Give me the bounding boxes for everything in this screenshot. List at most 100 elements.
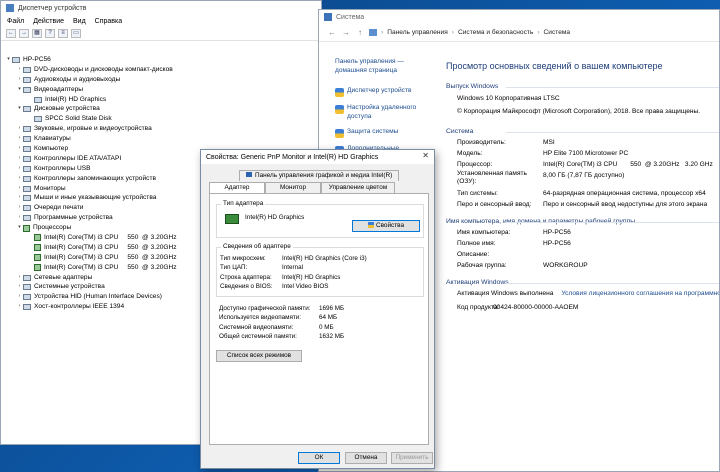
system-section-title: Система	[446, 126, 719, 137]
breadcrumb-control-panel[interactable]: Панель управления	[387, 29, 448, 36]
display-adapter-icon	[34, 96, 42, 103]
product-key-row: Код продукта: 00424-80000-00000-AAOEM	[457, 302, 719, 313]
chevron-down-icon[interactable]: ▾	[16, 223, 23, 233]
chevron-down-icon[interactable]: ▾	[16, 85, 23, 95]
system-protection-link[interactable]: Защита системы	[335, 128, 431, 138]
tree-item-label: Устройства HID (Human Interface Devices)	[34, 293, 162, 301]
chevron-right-icon[interactable]: ›	[16, 144, 23, 154]
adapter-info-row: Тип микросхем: Intel(R) HD Graphics (Core…	[220, 254, 423, 263]
monitor-icon[interactable]: ▭	[71, 29, 81, 38]
tree-item-label: Системные устройства	[34, 283, 105, 291]
adapter-info-label: Сведения о BIOS:	[220, 282, 273, 290]
back-icon[interactable]: ←	[6, 29, 16, 38]
cpu-icon	[34, 244, 41, 252]
breadcrumb-system-security[interactable]: Система и безопасность	[458, 29, 533, 36]
computer-name-row: Рабочая группа: WORKGROUP	[457, 260, 719, 271]
computer-name-row: Описание:	[457, 249, 719, 260]
dialog-title: Свойства: Generic PnP Monitor и Intel(R)…	[206, 153, 379, 161]
menu-view[interactable]: Вид	[73, 18, 86, 25]
system-spec-label: Перо и сенсорный ввод:	[457, 201, 532, 208]
tree-item[interactable]: SPCC Solid State Disk	[5, 114, 319, 124]
chevron-right-icon[interactable]: ›	[16, 164, 23, 174]
properties-icon[interactable]: ▦	[32, 29, 42, 38]
chevron-right-icon[interactable]: ›	[16, 213, 23, 223]
license-terms-link[interactable]: Условия лицензионного соглашения на прог…	[561, 288, 719, 299]
list-all-modes-button[interactable]: Список всех режимов	[216, 350, 302, 362]
page-heading: Просмотр основных сведений о вашем компь…	[446, 61, 663, 71]
chevron-right-icon[interactable]: ›	[16, 124, 23, 134]
help-icon[interactable]: ?	[45, 29, 55, 38]
adapter-info-value: Intel(R) HD Graphics (Core i3)	[282, 255, 367, 262]
chevron-right-icon[interactable]: ›	[16, 273, 23, 283]
back-arrow-icon[interactable]: ←	[327, 28, 337, 37]
sound-icon	[23, 126, 31, 133]
control-panel-home-link[interactable]: Панель управления — домашняя страница	[335, 58, 431, 75]
tree-item[interactable]: › Звуковые, игровые и видеоустройства	[5, 124, 319, 134]
remote-settings-link[interactable]: Настройка удаленного доступа	[335, 104, 431, 121]
disk-icon	[23, 106, 31, 113]
address-bar[interactable]: ← → ↑ › Панель управления › Система и бе…	[319, 24, 719, 42]
memory-info-label: Системной видеопамяти:	[219, 323, 294, 331]
device-manager-link[interactable]: Диспетчер устройств	[335, 87, 431, 97]
tab-color-management[interactable]: Управление цветом	[321, 182, 395, 193]
computer-name-row: Полное имя: HP-PC56	[457, 238, 719, 249]
chevron-right-icon[interactable]: ›	[16, 65, 23, 75]
chevron-right-icon[interactable]: ›	[16, 75, 23, 85]
tab-monitor[interactable]: Монитор	[265, 182, 321, 193]
tree-item-label: Сетевые адаптеры	[34, 273, 93, 281]
chevron-right-icon[interactable]: ›	[16, 292, 23, 302]
chevron-right-icon[interactable]: ›	[16, 282, 23, 292]
chevron-right-icon[interactable]: ›	[16, 184, 23, 194]
tree-item-label: Контроллеры IDE ATA/ATAPI	[34, 154, 122, 162]
chevron-right-icon[interactable]: ›	[16, 174, 23, 184]
computer-name-value: WORKGROUP	[543, 262, 588, 269]
menu-help[interactable]: Справка	[95, 18, 122, 25]
system-spec-value: Intel(R) Core(TM) i3 CPU 550 @ 3.20GHz 3…	[543, 161, 713, 168]
menu-action[interactable]: Действие	[33, 18, 64, 25]
memory-info-row: Используется видеопамяти: 64 МБ	[219, 313, 424, 322]
usb-icon	[23, 165, 31, 172]
edition-section-title: Выпуск Windows	[446, 81, 719, 92]
tree-item[interactable]: ▾ Дисковые устройства	[5, 104, 319, 114]
tab-row: Адаптер Монитор Управление цветом	[209, 182, 429, 193]
chevron-right-icon[interactable]: ›	[16, 302, 23, 312]
adapter-properties-button[interactable]: Свойства	[352, 220, 420, 232]
cancel-button[interactable]: Отмена	[345, 452, 387, 464]
forward-icon[interactable]: →	[19, 29, 29, 38]
chevron-right-icon[interactable]: ›	[16, 193, 23, 203]
tree-item[interactable]: Intel(R) HD Graphics	[5, 95, 319, 105]
chevron-right-icon[interactable]: ›	[16, 154, 23, 164]
ok-button[interactable]: ОК	[298, 452, 340, 464]
shield-icon	[335, 88, 344, 97]
tab-adapter[interactable]: Адаптер	[209, 182, 265, 193]
up-arrow-icon[interactable]: ↑	[355, 28, 365, 37]
list-view-icon[interactable]: ≡	[58, 29, 68, 38]
dialog-titlebar: Свойства: Generic PnP Monitor и Intel(R)…	[201, 150, 434, 164]
menu-file[interactable]: Файл	[7, 18, 24, 25]
chevron-down-icon[interactable]: ▾	[5, 55, 12, 65]
system-spec-label: Модель:	[457, 150, 483, 157]
tab-intel-graphics-panel[interactable]: Панель управления графикой и медиа Intel…	[239, 170, 399, 181]
shield-icon	[367, 222, 374, 228]
intel-panel-icon	[246, 172, 252, 177]
close-icon[interactable]: ✕	[422, 151, 429, 160]
tree-item-label: Очереди печати	[34, 204, 84, 212]
activation-section-title: Активация Windows	[446, 277, 719, 288]
system-spec-label: Процессор:	[457, 161, 493, 168]
apply-button[interactable]: Применить	[391, 452, 433, 464]
tree-item[interactable]: › DVD-дисководы и дисководы компакт-диско…	[5, 65, 319, 75]
display-adapter-icon	[23, 86, 31, 93]
chevron-down-icon[interactable]: ▾	[16, 104, 23, 114]
breadcrumb-system[interactable]: Система	[544, 29, 571, 36]
cpu-icon	[34, 264, 41, 272]
forward-arrow-icon[interactable]: →	[341, 28, 351, 37]
tree-item[interactable]: › Клавиатуры	[5, 134, 319, 144]
chevron-right-icon[interactable]: ›	[16, 134, 23, 144]
tree-item[interactable]: › Аудиовходы и аудиовыходы	[5, 75, 319, 85]
network-icon	[23, 274, 31, 281]
tree-item-label: Intel(R) Core(TM) i3 CPU	[44, 243, 119, 251]
memory-info-row: Системной видеопамяти: 0 МБ	[219, 323, 424, 332]
chevron-right-icon[interactable]: ›	[16, 203, 23, 213]
tree-item[interactable]: ▾ HP-PC56	[5, 55, 319, 65]
tree-item[interactable]: ▾ Видеоадаптеры	[5, 85, 319, 95]
